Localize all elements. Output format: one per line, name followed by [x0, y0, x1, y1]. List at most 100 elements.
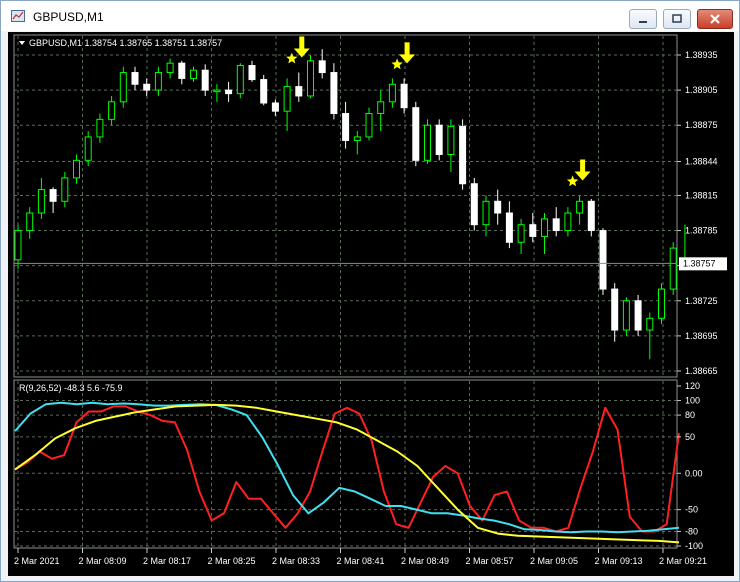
price-tick-label: 1.38665 [685, 366, 718, 376]
candle-bear[interactable] [131, 72, 139, 85]
price-tick-label: 1.38844 [685, 157, 718, 167]
candle-bull[interactable] [14, 230, 22, 261]
candle-bull[interactable] [154, 72, 162, 91]
ind-tick-label: 100 [685, 396, 700, 406]
candle-bull[interactable] [108, 101, 116, 120]
candle-bull[interactable] [541, 218, 548, 237]
arrow-down-icon [399, 42, 416, 64]
candle-bear[interactable] [634, 300, 642, 331]
price-tick-label: 1.38815 [685, 190, 718, 200]
price-tick-label: 1.38785 [685, 226, 718, 236]
candle-bear[interactable] [400, 83, 408, 109]
arrow-down-icon [293, 36, 310, 58]
candle-bear[interactable] [260, 79, 268, 104]
arrow-down-icon [574, 159, 591, 181]
candle-bull[interactable] [166, 62, 174, 74]
candle-bull[interactable] [96, 118, 104, 138]
candle-bear[interactable] [178, 62, 186, 79]
chart-header: GBPUSD,M1 1.38754 1.38765 1.38751 1.3875… [19, 38, 222, 48]
maximize-button[interactable] [663, 9, 691, 29]
time-tick-label: 2 Mar 08:33 [272, 556, 320, 566]
price-tick-label: 1.38935 [685, 50, 718, 60]
candle-bear[interactable] [330, 72, 338, 115]
time-tick-label: 2 Mar 09:21 [659, 556, 707, 566]
close-button[interactable] [697, 9, 733, 29]
candle-bull[interactable] [622, 300, 630, 331]
candle-bull[interactable] [658, 288, 665, 319]
candle-bull[interactable] [190, 69, 197, 79]
candle-bear[interactable] [412, 107, 420, 161]
price-tick-label: 1.38905 [685, 85, 718, 95]
candle-bull[interactable] [353, 136, 361, 141]
candle-bull[interactable] [307, 60, 314, 97]
candle-bull[interactable] [283, 86, 291, 112]
ind-tick-label: 80 [685, 410, 695, 420]
close-icon [710, 14, 720, 24]
candle-bull[interactable] [365, 113, 373, 138]
candle-bear[interactable] [552, 218, 560, 232]
candle-bear[interactable] [201, 69, 209, 91]
time-tick-label: 2 Mar 08:09 [79, 556, 127, 566]
candle-bull[interactable] [213, 89, 221, 93]
dropdown-triangle-icon[interactable] [19, 41, 25, 45]
candle-bear[interactable] [435, 124, 443, 155]
chart-frame[interactable]: 1.38935 1.38905 1.38875 1.38844 1.38815 1.387… [8, 32, 734, 576]
candle-bear[interactable] [143, 83, 151, 91]
candle-bear[interactable] [225, 89, 233, 95]
candle-bull[interactable] [646, 317, 654, 331]
candle-bull[interactable] [73, 159, 80, 179]
candle-bear[interactable] [599, 230, 607, 290]
candle-bull[interactable] [37, 189, 45, 214]
candle-bull[interactable] [26, 212, 34, 232]
candle-bear[interactable] [505, 212, 513, 243]
indicator-line-cyan[interactable] [14, 401, 680, 534]
candle-bull[interactable] [447, 125, 455, 155]
time-tick-label: 2 Mar 2021 [14, 556, 60, 566]
candle-bear[interactable] [459, 125, 467, 185]
candle-bear[interactable] [611, 288, 619, 331]
candle-bear[interactable] [271, 102, 279, 112]
candles-layer[interactable] [14, 49, 689, 360]
candle-bear[interactable] [494, 200, 502, 214]
title-bar[interactable]: GBPUSD,M1 [1, 1, 739, 31]
price-axis: 1.38935 1.38905 1.38875 1.38844 1.38815 1.387… [677, 50, 718, 376]
time-tick-label: 2 Mar 08:49 [401, 556, 449, 566]
candle-bull[interactable] [576, 200, 584, 214]
ind-tick-label: -80 [685, 526, 698, 536]
minimize-icon [639, 21, 647, 23]
candle-bull[interactable] [61, 177, 69, 202]
ind-tick-label: 50 [685, 432, 695, 442]
minimize-button[interactable] [629, 9, 657, 29]
star-icon [286, 52, 298, 64]
mt-chart-window[interactable]: GBPUSD,M1 1.38935 1.38905 1.38875 1.38844 1.… [0, 0, 740, 582]
candle-bull[interactable] [669, 247, 677, 290]
ind-tick-label: -50 [685, 505, 698, 515]
indicator-lines[interactable] [14, 401, 680, 544]
candle-bull[interactable] [482, 200, 490, 226]
time-tick-label: 2 Mar 09:13 [595, 556, 643, 566]
candle-bull[interactable] [564, 212, 572, 232]
candle-bear[interactable] [587, 200, 595, 232]
time-tick-label: 2 Mar 08:41 [337, 556, 385, 566]
star-icon [566, 175, 579, 187]
time-tick-label: 2 Mar 09:05 [530, 556, 578, 566]
candle-bear[interactable] [470, 183, 478, 226]
ind-tick-label: 0.00 [685, 468, 703, 478]
candle-bear[interactable] [529, 224, 537, 237]
candle-bear[interactable] [295, 86, 303, 97]
candle-bull[interactable] [377, 101, 385, 115]
candle-bull[interactable] [236, 65, 244, 95]
maximize-icon [672, 14, 682, 23]
candle-bull[interactable] [84, 136, 92, 161]
candle-bull[interactable] [388, 83, 396, 103]
candle-bear[interactable] [318, 60, 326, 74]
candle-bull[interactable] [119, 72, 127, 103]
price-tick-label: 1.38725 [685, 296, 718, 306]
candle-bear[interactable] [248, 65, 256, 81]
candle-bear[interactable] [49, 189, 57, 202]
indicator-panel-border [13, 379, 678, 549]
candle-bull[interactable] [517, 224, 525, 243]
candle-bull[interactable] [424, 124, 431, 161]
chart-canvas[interactable]: 1.38935 1.38905 1.38875 1.38844 1.38815 1.387… [8, 32, 734, 576]
candle-bear[interactable] [342, 113, 350, 141]
